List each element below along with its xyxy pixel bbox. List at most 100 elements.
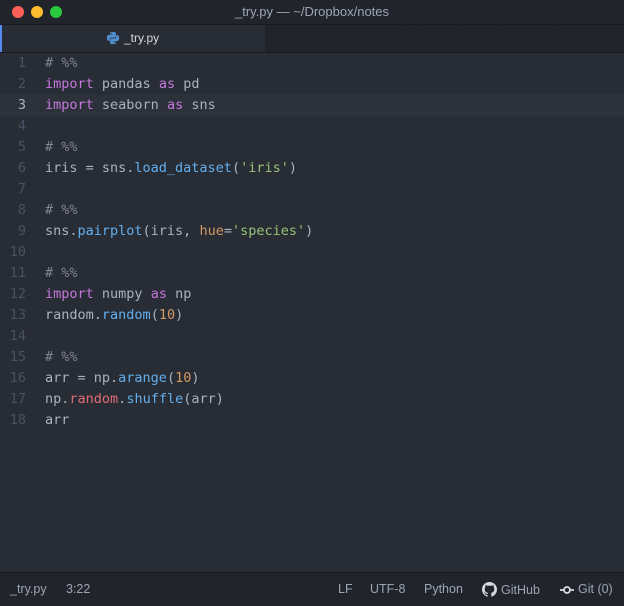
code-token: import bbox=[45, 97, 94, 113]
line-number[interactable]: 6 bbox=[0, 158, 26, 179]
status-grammar[interactable]: Python bbox=[424, 582, 463, 596]
status-git[interactable]: Git (0) bbox=[560, 582, 613, 596]
code-line[interactable]: 5 # %% bbox=[0, 137, 624, 158]
code-line[interactable]: 2 import pandas as pd bbox=[0, 74, 624, 95]
code-token: pandas bbox=[93, 76, 159, 92]
title-bar: _try.py — ~/Dropbox/notes bbox=[0, 0, 624, 25]
code-token: # %% bbox=[45, 265, 78, 281]
code-line[interactable]: 4 bbox=[0, 116, 624, 137]
line-number[interactable]: 3 bbox=[0, 95, 26, 116]
code-line[interactable]: 16 arr = np.arange(10) bbox=[0, 368, 624, 389]
status-line-ending[interactable]: LF bbox=[338, 582, 353, 596]
line-code: import seaborn as sns bbox=[45, 95, 216, 116]
code-editor[interactable]: 1 # %% 2 import pandas as pd 3 import seaborn… bbox=[0, 53, 624, 571]
line-number[interactable]: 18 bbox=[0, 410, 26, 431]
tab-label: _try.py bbox=[124, 31, 160, 45]
code-token: random bbox=[101, 307, 151, 323]
code-token: shuffle bbox=[126, 391, 184, 407]
line-code: # %% bbox=[45, 263, 78, 284]
code-line[interactable]: 14 bbox=[0, 326, 624, 347]
status-cursor-position[interactable]: 3:22 bbox=[66, 582, 90, 596]
code-token: hue bbox=[199, 223, 224, 239]
status-encoding[interactable]: UTF-8 bbox=[370, 582, 405, 596]
code-token: random bbox=[69, 391, 119, 407]
status-bar: _try.py 3:22 LF UTF-8 Python GitHub Git … bbox=[0, 572, 624, 606]
code-token: ) bbox=[305, 223, 314, 239]
code-token: # %% bbox=[45, 139, 78, 155]
line-number[interactable]: 1 bbox=[0, 53, 26, 74]
code-line[interactable]: 8 # %% bbox=[0, 200, 624, 221]
code-line[interactable]: 3 import seaborn as sns bbox=[0, 95, 624, 116]
code-line[interactable]: 7 bbox=[0, 179, 624, 200]
line-number[interactable]: 7 bbox=[0, 179, 26, 200]
code-token: ( bbox=[150, 307, 159, 323]
line-number[interactable]: 15 bbox=[0, 347, 26, 368]
code-token: arange bbox=[118, 370, 167, 386]
code-token: np. bbox=[45, 391, 70, 407]
code-line[interactable]: 15 # %% bbox=[0, 347, 624, 368]
git-commit-icon bbox=[560, 586, 574, 594]
code-token: numpy bbox=[93, 286, 151, 302]
line-code: # %% bbox=[45, 200, 78, 221]
code-token: load_dataset bbox=[134, 160, 232, 176]
code-token: ) bbox=[191, 370, 200, 386]
editor-window: _try.py — ~/Dropbox/notes _try.py 1 # %% 2… bbox=[0, 0, 624, 606]
line-code: import numpy as np bbox=[45, 284, 191, 305]
line-code: arr = np.arange(10) bbox=[45, 368, 199, 389]
code-token: pd bbox=[175, 76, 200, 92]
code-token: (arr) bbox=[183, 391, 224, 407]
line-number[interactable]: 8 bbox=[0, 200, 26, 221]
code-token: ( bbox=[166, 370, 176, 386]
python-icon bbox=[106, 31, 120, 45]
code-token: seaborn bbox=[93, 97, 167, 113]
line-code: # %% bbox=[45, 137, 78, 158]
status-file-path[interactable]: _try.py bbox=[10, 582, 47, 596]
tab-bar-empty-area[interactable] bbox=[265, 25, 624, 52]
code-line[interactable]: 11 # %% bbox=[0, 263, 624, 284]
line-number[interactable]: 11 bbox=[0, 263, 26, 284]
line-number[interactable]: 13 bbox=[0, 305, 26, 326]
code-line[interactable]: 12 import numpy as np bbox=[0, 284, 624, 305]
window-title: _try.py — ~/Dropbox/notes bbox=[234, 4, 390, 19]
line-number[interactable]: 4 bbox=[0, 116, 26, 137]
code-token: ) bbox=[288, 160, 298, 176]
code-token: ) bbox=[175, 307, 184, 323]
code-line[interactable]: 9 sns.pairplot(iris, hue='species') bbox=[0, 221, 624, 242]
line-code: # %% bbox=[45, 53, 78, 74]
code-token: np bbox=[166, 286, 192, 302]
code-token: import bbox=[45, 76, 94, 92]
line-number[interactable]: 9 bbox=[0, 221, 26, 242]
line-code: iris = sns.load_dataset('iris') bbox=[45, 158, 297, 179]
code-line[interactable]: 10 bbox=[0, 242, 624, 263]
code-line[interactable]: 17 np.random.shuffle(arr) bbox=[0, 389, 624, 410]
line-code: # %% bbox=[45, 347, 78, 368]
line-number[interactable]: 10 bbox=[0, 242, 26, 263]
code-token: as bbox=[158, 76, 176, 92]
line-number[interactable]: 12 bbox=[0, 284, 26, 305]
github-label: GitHub bbox=[501, 583, 540, 597]
code-token: import bbox=[45, 286, 94, 302]
line-number[interactable]: 17 bbox=[0, 389, 26, 410]
code-line[interactable]: 13 random.random(10) bbox=[0, 305, 624, 326]
line-code: arr bbox=[45, 410, 69, 431]
code-token: 10 bbox=[175, 370, 192, 386]
github-icon bbox=[482, 582, 497, 597]
status-github[interactable]: GitHub bbox=[482, 582, 540, 597]
line-number[interactable]: 5 bbox=[0, 137, 26, 158]
line-number[interactable]: 2 bbox=[0, 74, 26, 95]
tab-try-py[interactable]: _try.py bbox=[0, 25, 265, 52]
code-token: = bbox=[223, 223, 232, 239]
code-token: ( bbox=[231, 160, 241, 176]
line-number[interactable]: 14 bbox=[0, 326, 26, 347]
code-token: sns. bbox=[45, 223, 78, 239]
code-line[interactable]: 18 arr bbox=[0, 410, 624, 431]
code-token: # %% bbox=[45, 55, 78, 71]
code-token: as bbox=[166, 97, 184, 113]
code-line[interactable]: 6 iris = sns.load_dataset('iris') bbox=[0, 158, 624, 179]
code-token: # %% bbox=[45, 349, 78, 365]
line-number[interactable]: 16 bbox=[0, 368, 26, 389]
code-line[interactable]: 1 # %% bbox=[0, 53, 624, 74]
code-token: iris = sns. bbox=[45, 160, 135, 176]
code-token: # %% bbox=[45, 202, 78, 218]
line-code: import pandas as pd bbox=[45, 74, 199, 95]
